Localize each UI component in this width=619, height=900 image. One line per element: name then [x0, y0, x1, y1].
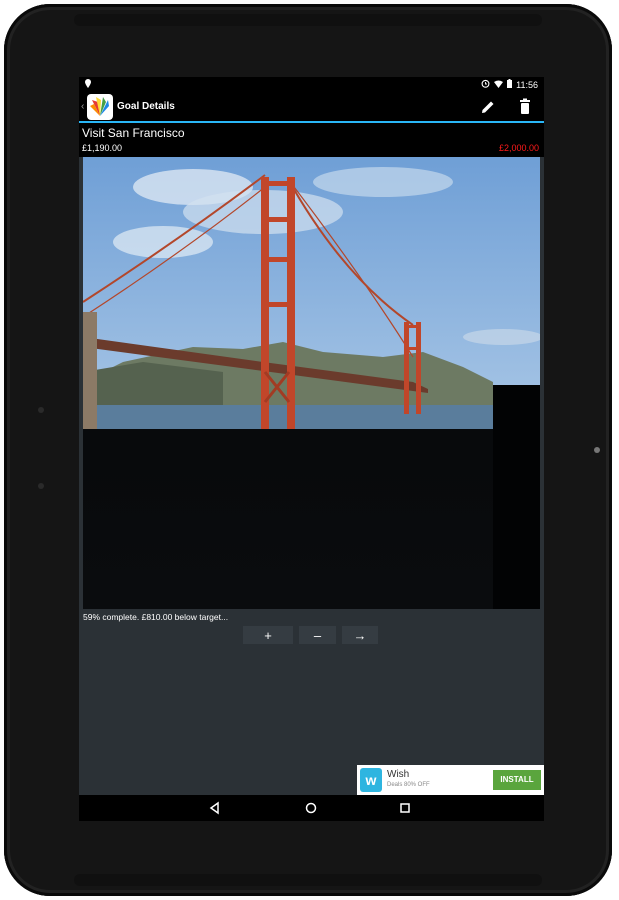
delete-icon[interactable]: [517, 98, 533, 116]
location-pin-icon: [85, 79, 91, 90]
ad-title: Wish: [387, 769, 410, 780]
app-screen: 11:56 ‹ Goal Details Visit San Francisco…: [79, 77, 544, 821]
ad-install-button[interactable]: INSTALL: [493, 770, 541, 790]
edit-icon[interactable]: [479, 98, 497, 116]
wish-logo: w: [360, 768, 382, 792]
alarm-icon: [481, 79, 490, 90]
app-icon[interactable]: [87, 94, 113, 120]
back-icon[interactable]: ‹: [81, 101, 84, 112]
goal-title: Visit San Francisco: [82, 126, 185, 140]
bottom-speaker-grille: [74, 874, 542, 886]
wifi-icon: [494, 80, 504, 90]
golden-gate-bridge-photo: [83, 157, 540, 609]
recent-apps-nav-icon[interactable]: [397, 800, 413, 816]
add-amount-button[interactable]: +: [243, 626, 293, 644]
subtract-amount-button[interactable]: –: [299, 626, 336, 644]
goal-current-amount: £1,190.00: [82, 143, 123, 153]
action-bar: ‹ Goal Details: [79, 93, 544, 123]
goal-target-amount: £2,000.00: [498, 143, 539, 153]
left-sensor-dot: [38, 407, 44, 413]
progress-status-text: 59% complete. £810.00 below target...: [83, 612, 229, 622]
battery-icon: [507, 79, 513, 90]
left-sensor-dot: [38, 483, 44, 489]
navigation-bar: [79, 795, 544, 821]
status-bar: 11:56: [79, 77, 544, 93]
ad-banner[interactable]: w Wish Deals 80% OFF INSTALL: [357, 765, 544, 795]
ad-subtitle: Deals 80% OFF: [387, 782, 430, 788]
back-nav-icon[interactable]: [207, 800, 223, 816]
top-speaker-grille: [74, 14, 542, 26]
screen-title: Goal Details: [117, 101, 175, 112]
goal-photo: [83, 157, 540, 609]
goal-header: Visit San Francisco £1,190.00 £2,000.00: [79, 123, 544, 157]
home-nav-icon[interactable]: [303, 800, 319, 816]
right-sensor-dot: [594, 447, 600, 453]
status-time: 11:56: [516, 79, 538, 90]
next-goal-button[interactable]: →: [342, 626, 378, 644]
